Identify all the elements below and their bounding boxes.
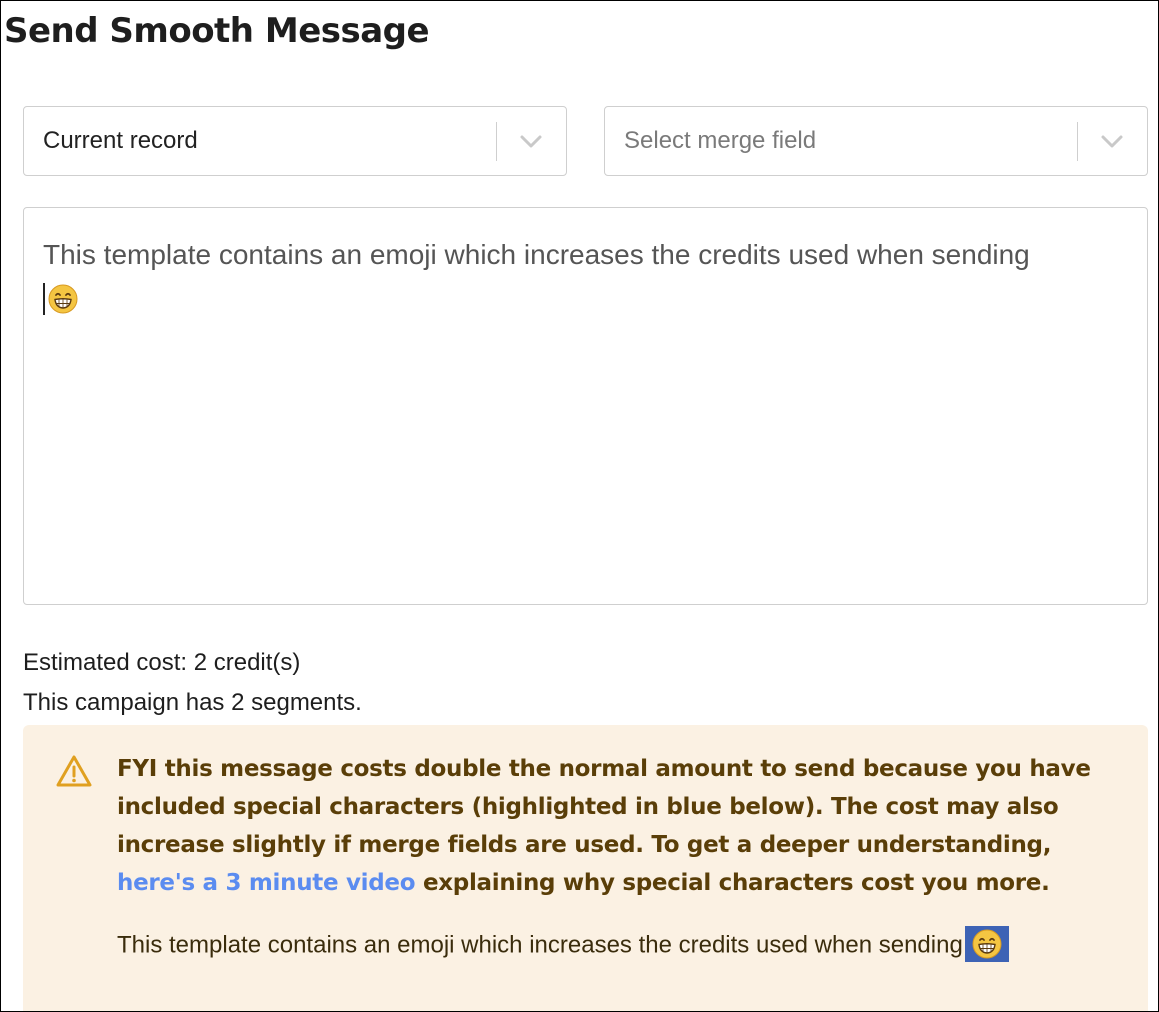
notice-message-start: FYI this message costs double the normal…: [117, 756, 1091, 858]
grinning-face-emoji-icon: [972, 929, 1002, 959]
merge-field-placeholder: Select merge field: [624, 127, 817, 154]
text-caret: [43, 283, 45, 315]
select-separator: [496, 122, 497, 161]
notice-message: FYI this message costs double the normal…: [117, 750, 1127, 902]
send-smooth-message-panel: Send Smooth Message Current record Selec…: [0, 0, 1159, 1012]
preview-text: This template contains an emoji which in…: [117, 931, 963, 959]
message-textarea[interactable]: This template contains an emoji which in…: [23, 207, 1148, 605]
highlighted-special-character: [964, 926, 1009, 962]
select-separator: [1077, 122, 1078, 161]
notice-message-end: explaining why special characters cost y…: [415, 870, 1050, 896]
grinning-face-emoji-icon: [48, 284, 78, 314]
explainer-video-link[interactable]: here's a 3 minute video: [117, 870, 416, 896]
estimated-cost: Estimated cost: 2 credit(s): [23, 649, 301, 676]
record-select-value: Current record: [43, 127, 198, 154]
segment-count: This campaign has 2 segments.: [23, 689, 362, 716]
chevron-down-icon[interactable]: [1100, 131, 1124, 151]
message-text: This template contains an emoji which in…: [43, 239, 1030, 270]
warning-icon: [56, 755, 92, 787]
highlighted-preview: This template contains an emoji which in…: [117, 926, 1009, 964]
chevron-down-icon[interactable]: [519, 131, 543, 151]
merge-field-select[interactable]: Select merge field: [604, 106, 1148, 176]
record-select[interactable]: Current record: [23, 106, 567, 176]
special-characters-notice: FYI this message costs double the normal…: [23, 725, 1148, 1011]
page-title: Send Smooth Message: [4, 11, 430, 51]
